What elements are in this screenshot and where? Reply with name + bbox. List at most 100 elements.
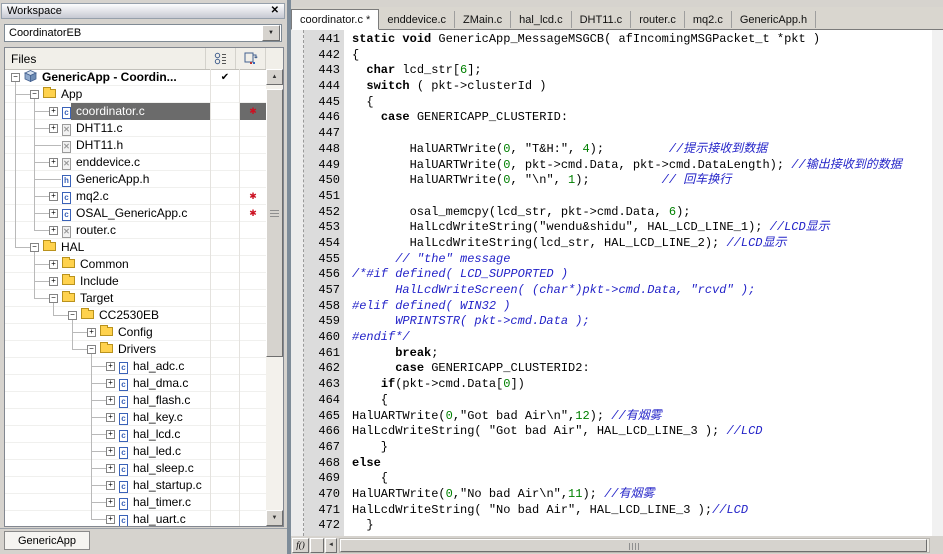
configuration-dropdown[interactable]: CoordinatorEB ▼ xyxy=(4,24,282,42)
tree-item-genericapp-coordin[interactable]: −GenericApp - Coordin...✔ xyxy=(5,69,266,86)
expand-icon[interactable]: + xyxy=(49,158,58,167)
editor-tab-dht11-c[interactable]: DHT11.c xyxy=(572,11,632,28)
tree-item-hal-key-c[interactable]: +chal_key.c xyxy=(5,409,266,426)
code-line-450[interactable]: HalUARTWrite(0, "\n", 1); // 回车换行 xyxy=(352,173,932,189)
tree-item-coordinator-c[interactable]: +ccoordinator.c✱ xyxy=(5,103,266,120)
expand-icon[interactable]: + xyxy=(49,226,58,235)
scroll-up-icon[interactable]: ▲ xyxy=(266,69,283,85)
code-line-460[interactable]: #endif*/ xyxy=(352,330,932,346)
expand-icon[interactable]: + xyxy=(106,396,115,405)
code-line-467[interactable]: } xyxy=(352,440,932,456)
code-line-442[interactable]: { xyxy=(352,48,932,64)
tree-item-app[interactable]: −App xyxy=(5,86,266,103)
code-line-471[interactable]: HalLcdWriteString( "No bad Air", HAL_LCD… xyxy=(352,503,932,519)
scroll-left-icon[interactable]: ◄ xyxy=(325,538,337,553)
editor-tab-coordinator-c[interactable]: coordinator.c * xyxy=(291,9,379,30)
code-line-459[interactable]: WPRINTSTR( pkt->cmd.Data ); xyxy=(352,314,932,330)
code-line-448[interactable]: HalUARTWrite(0, "T&H:", 4); //提示接收到数据 xyxy=(352,142,932,158)
tree-item-genericapp-h[interactable]: hGenericApp.h xyxy=(5,171,266,188)
tree-item-config[interactable]: +Config xyxy=(5,324,266,341)
expand-icon[interactable]: + xyxy=(106,362,115,371)
tree-item-dht11-h[interactable]: ✕DHT11.h xyxy=(5,137,266,154)
code-line-453[interactable]: HalLcdWriteString("wendu&shidu", HAL_LCD… xyxy=(352,220,932,236)
scroll-down-icon[interactable]: ▼ xyxy=(266,510,283,526)
code-line-444[interactable]: switch ( pkt->clusterId ) xyxy=(352,79,932,95)
code-line-449[interactable]: HalUARTWrite(0, pkt->cmd.Data, pkt->cmd.… xyxy=(352,158,932,174)
tree-item-target[interactable]: −Target xyxy=(5,290,266,307)
workspace-titlebar[interactable]: Workspace ✕ xyxy=(1,3,285,19)
close-icon[interactable]: ✕ xyxy=(271,6,279,16)
code-line-472[interactable]: } xyxy=(352,518,932,534)
code-line-464[interactable]: { xyxy=(352,393,932,409)
code-line-452[interactable]: osal_memcpy(lcd_str, pkt->cmd.Data, 6); xyxy=(352,205,932,221)
tree-item-cc2530eb[interactable]: −CC2530EB xyxy=(5,307,266,324)
breakpoint-margin[interactable] xyxy=(291,30,304,536)
code-line-466[interactable]: HalLcdWriteString( "Got bad Air", HAL_LC… xyxy=(352,424,932,440)
editor-tab-enddevice-c[interactable]: enddevice.c xyxy=(379,11,455,28)
code-line-456[interactable]: /*#if defined( LCD_SUPPORTED ) xyxy=(352,267,932,283)
collapse-icon[interactable]: − xyxy=(49,294,58,303)
function-list-button[interactable]: f() xyxy=(292,538,309,553)
editor-tab-genericapp-h[interactable]: GenericApp.h xyxy=(732,11,816,28)
horizontal-scrollbar-thumb[interactable] xyxy=(340,539,927,552)
build-status-column-icon[interactable] xyxy=(236,48,266,69)
tree-item-hal-lcd-c[interactable]: +chal_lcd.c xyxy=(5,426,266,443)
code-line-458[interactable]: #elif defined( WIN32 ) xyxy=(352,299,932,315)
tree-item-hal-led-c[interactable]: +chal_led.c xyxy=(5,443,266,460)
code-line-443[interactable]: char lcd_str[6]; xyxy=(352,63,932,79)
expand-icon[interactable]: + xyxy=(106,498,115,507)
horizontal-scrollbar[interactable] xyxy=(339,538,930,553)
code-line-462[interactable]: case GENERICAPP_CLUSTERID2: xyxy=(352,361,932,377)
tree-item-hal-flash-c[interactable]: +chal_flash.c xyxy=(5,392,266,409)
code-line-441[interactable]: static void GenericApp_MessageMSGCB( afI… xyxy=(352,32,932,48)
collapse-icon[interactable]: − xyxy=(11,73,20,82)
expand-icon[interactable]: + xyxy=(49,192,58,201)
expand-icon[interactable]: + xyxy=(49,107,58,116)
code-line-446[interactable]: case GENERICAPP_CLUSTERID: xyxy=(352,110,932,126)
editor-tab-router-c[interactable]: router.c xyxy=(631,11,685,28)
tree-item-hal-sleep-c[interactable]: +chal_sleep.c xyxy=(5,460,266,477)
expand-icon[interactable]: + xyxy=(106,413,115,422)
code-line-445[interactable]: { xyxy=(352,95,932,111)
expand-icon[interactable]: + xyxy=(106,464,115,473)
tree-item-hal-startup-c[interactable]: +chal_startup.c xyxy=(5,477,266,494)
tree-scrollbar-track[interactable] xyxy=(266,85,283,510)
collapse-icon[interactable]: − xyxy=(68,311,77,320)
code-line-457[interactable]: HalLcdWriteScreen( (char*)pkt->cmd.Data,… xyxy=(352,283,932,299)
expand-icon[interactable]: + xyxy=(106,379,115,388)
tree-item-osal-genericapp-c[interactable]: +cOSAL_GenericApp.c✱ xyxy=(5,205,266,222)
tree-item-router-c[interactable]: +✕router.c xyxy=(5,222,266,239)
files-column-header[interactable]: Files xyxy=(5,48,206,69)
tree-item-hal-adc-c[interactable]: +chal_adc.c xyxy=(5,358,266,375)
code-line-451[interactable] xyxy=(352,189,932,205)
tree-item-hal-timer-c[interactable]: +chal_timer.c xyxy=(5,494,266,511)
expand-icon[interactable]: + xyxy=(49,260,58,269)
tree-item-include[interactable]: +Include xyxy=(5,273,266,290)
code-line-447[interactable] xyxy=(352,126,932,142)
workspace-tab-genericapp[interactable]: GenericApp xyxy=(4,531,90,550)
tree-vertical-scrollbar[interactable]: ▲ ▼ xyxy=(266,69,283,526)
collapse-icon[interactable]: − xyxy=(30,90,39,99)
tree-scrollbar-thumb[interactable] xyxy=(266,89,283,357)
tree-item-hal-uart-c[interactable]: +chal_uart.c xyxy=(5,511,266,526)
expand-icon[interactable]: + xyxy=(49,277,58,286)
expand-icon[interactable]: + xyxy=(106,430,115,439)
collapse-icon[interactable]: − xyxy=(30,243,39,252)
expand-icon[interactable]: + xyxy=(106,447,115,456)
collapse-icon[interactable]: − xyxy=(87,345,96,354)
code-area[interactable]: static void GenericApp_MessageMSGCB( afI… xyxy=(344,30,932,536)
code-line-469[interactable]: { xyxy=(352,471,932,487)
code-line-455[interactable]: // "the" message xyxy=(352,252,932,268)
tree-item-hal[interactable]: −HAL xyxy=(5,239,266,256)
expand-icon[interactable]: + xyxy=(49,124,58,133)
code-line-465[interactable]: HalUARTWrite(0,"Got bad Air\n",12); //有烟… xyxy=(352,409,932,425)
code-line-468[interactable]: else xyxy=(352,456,932,472)
code-line-461[interactable]: break; xyxy=(352,346,932,362)
expand-icon[interactable]: + xyxy=(87,328,96,337)
editor-tab-hal-lcd-c[interactable]: hal_lcd.c xyxy=(511,11,571,28)
tree-item-mq2-c[interactable]: +cmq2.c✱ xyxy=(5,188,266,205)
code-line-470[interactable]: HalUARTWrite(0,"No bad Air\n",11); //有烟雾 xyxy=(352,487,932,503)
editor-tab-mq2-c[interactable]: mq2.c xyxy=(685,11,732,28)
tree-item-dht11-c[interactable]: +✕DHT11.c xyxy=(5,120,266,137)
expand-icon[interactable]: + xyxy=(106,515,115,524)
